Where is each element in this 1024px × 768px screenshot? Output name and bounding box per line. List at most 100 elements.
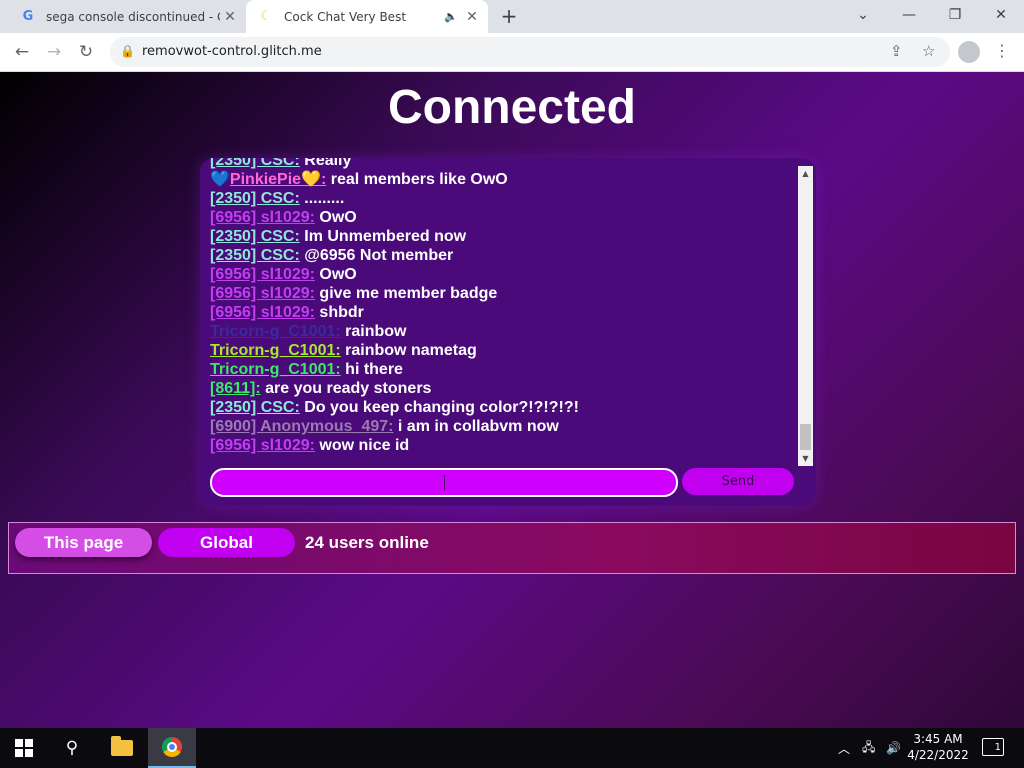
reload-button[interactable]: ↻ — [74, 41, 98, 63]
volume-icon[interactable]: 🔊 — [886, 728, 901, 768]
windows-logo-icon — [15, 739, 33, 757]
chat-username-link[interactable]: [8611]: — [210, 380, 261, 397]
chat-message: [2350] CSC: Do you keep changing color?!… — [210, 398, 790, 417]
chat-message-text: OwO — [314, 209, 357, 226]
chrome-icon — [162, 737, 182, 757]
text-caret — [444, 475, 445, 490]
chat-panel: [2350] CSC: Really 💙PinkiePie💛: real memb… — [200, 158, 816, 506]
minimize-button[interactable]: — — [886, 0, 932, 33]
search-icon: ⚲ — [65, 738, 79, 758]
chat-username-link[interactable]: [2350] CSC: — [210, 228, 300, 245]
chat-message-text: Do you keep changing color?!?!?!?! — [299, 399, 579, 416]
chat-scrollbar[interactable]: ▲ ▼ — [798, 166, 813, 466]
tab-title: Cock Chat Very Best — [284, 9, 407, 24]
chat-message-text: wow nice id — [314, 437, 410, 454]
send-button[interactable]: Send — [682, 468, 794, 495]
chat-username-link[interactable]: [6956] sl1029: — [210, 437, 315, 454]
lock-icon[interactable]: 🔒 — [120, 44, 135, 58]
yellow-heart-icon: 💛: — [301, 171, 327, 188]
tab-search-chevron-icon[interactable]: ⌄ — [840, 0, 886, 33]
close-tab-icon[interactable]: ✕ — [462, 9, 482, 25]
chat-message-text: hi there — [340, 361, 403, 378]
room-bar: This page Global 24 users online — [8, 522, 1016, 574]
clock-time: 3:45 AM — [913, 732, 963, 746]
chat-username-link[interactable]: [6956] sl1029: — [210, 285, 315, 302]
close-tab-icon[interactable]: ✕ — [220, 9, 240, 25]
chat-message: Tricorn-g_C1001: rainbow — [210, 322, 790, 341]
chat-message: 💙PinkiePie💛: real members like OwO — [210, 170, 790, 189]
chat-message: [6956] sl1029: OwO — [210, 265, 790, 284]
message-input[interactable] — [210, 468, 678, 497]
folder-icon — [111, 736, 133, 756]
scroll-down-arrow-icon[interactable]: ▼ — [798, 451, 813, 466]
system-clock[interactable]: 3:45 AM 4/22/2022 — [906, 731, 970, 763]
chat-message-text: Really — [299, 158, 352, 169]
chat-message-text: i am in collabvm now — [393, 418, 559, 435]
clock-date: 4/22/2022 — [907, 748, 969, 762]
chat-message: [6956] sl1029: give me member badge — [210, 284, 790, 303]
chat-message: [6956] sl1029: shbdr — [210, 303, 790, 322]
browser-toolbar: ← → ↻ 🔒 removwot-control.glitch.me ⇪ ☆ — [0, 33, 1024, 72]
page-content: Connected [2350] CSC: Really 💙PinkiePie💛:… — [0, 72, 1024, 728]
notification-center-icon[interactable]: 1 — [982, 738, 1004, 756]
address-bar[interactable]: 🔒 removwot-control.glitch.me ⇪ ☆ — [110, 37, 950, 67]
chat-message: [2350] CSC: Really — [210, 158, 790, 170]
chat-username-link[interactable]: [6956] sl1029: — [210, 304, 315, 321]
chat-username-link[interactable]: [6956] sl1029: — [210, 209, 315, 226]
scrollbar-thumb[interactable] — [800, 424, 811, 450]
chat-username-link[interactable]: [2350] CSC: — [210, 247, 300, 264]
chat-username-link[interactable]: Tricorn-g_C1001: — [210, 361, 341, 378]
chat-message: [6956] sl1029: OwO — [210, 208, 790, 227]
url-text: removwot-control.glitch.me — [142, 44, 322, 59]
menu-kebab-icon[interactable]: ⋮ — [994, 41, 1010, 60]
chat-message-text: rainbow — [340, 323, 407, 340]
network-icon[interactable]: 🖧 — [862, 728, 875, 768]
share-icon[interactable]: ⇪ — [890, 42, 903, 60]
chat-username-link[interactable]: Tricorn-g_C1001: — [210, 323, 341, 340]
global-button[interactable]: Global — [158, 528, 295, 557]
bookmark-star-icon[interactable]: ☆ — [922, 42, 935, 60]
chat-username-link[interactable]: [6956] sl1029: — [210, 266, 315, 283]
start-button[interactable] — [0, 728, 48, 768]
tab-strip: G sega console discontinued - Goo ✕ ☾ Co… — [0, 0, 1024, 33]
chat-message-text: rainbow nametag — [340, 342, 477, 359]
chat-message-text: give me member badge — [314, 285, 498, 302]
new-tab-button[interactable]: + — [498, 5, 520, 27]
blue-heart-icon: 💙 — [210, 171, 230, 188]
tab-cock-chat[interactable]: ☾ Cock Chat Very Best 🔈 ✕ — [246, 0, 488, 33]
chat-message: [6956] sl1029: wow nice id — [210, 436, 790, 455]
chat-message: [6900] Anonymous_497: i am in collabvm n… — [210, 417, 790, 436]
this-page-button[interactable]: This page — [15, 528, 152, 557]
chat-username-link[interactable]: [6900] Anonymous_497: — [210, 418, 393, 435]
chrome-taskbar-button[interactable] — [148, 728, 196, 768]
tab-google-search[interactable]: G sega console discontinued - Goo ✕ — [8, 0, 246, 33]
chat-message-text: @6956 Not member — [299, 247, 454, 264]
chat-message-text: Im Unmembered now — [299, 228, 467, 245]
profile-avatar-icon[interactable] — [958, 41, 980, 63]
chat-username-link[interactable]: Tricorn-g_C1001: — [210, 342, 341, 359]
chat-message: [2350] CSC: Im Unmembered now — [210, 227, 790, 246]
chat-message: Tricorn-g_C1001: hi there — [210, 360, 790, 379]
restore-button[interactable]: ❐ — [932, 0, 978, 33]
scroll-up-arrow-icon[interactable]: ▲ — [798, 166, 813, 181]
page-title: Connected — [387, 81, 636, 134]
chat-username-link[interactable]: PinkiePie — [230, 171, 301, 188]
windows-taskbar: ⚲ ︿ 🖧 🔊 3:45 AM 4/22/2022 1 — [0, 728, 1024, 768]
chat-username-link[interactable]: [2350] CSC: — [210, 190, 300, 207]
chat-message-list[interactable]: [2350] CSC: Really 💙PinkiePie💛: real memb… — [210, 158, 790, 466]
chat-message: Tricorn-g_C1001: rainbow nametag — [210, 341, 790, 360]
chat-message: [2350] CSC: @6956 Not member — [210, 246, 790, 265]
chat-username-link[interactable]: [2350] CSC: — [210, 399, 300, 416]
google-g-icon: G — [22, 9, 34, 24]
search-button[interactable]: ⚲ — [48, 728, 96, 768]
speaker-icon[interactable]: 🔈 — [444, 10, 458, 23]
chat-message-text: are you ready stoners — [260, 380, 432, 397]
close-window-button[interactable]: ✕ — [978, 0, 1024, 33]
tab-title: sega console discontinued - Goo — [46, 9, 220, 24]
chat-username-link[interactable]: [2350] CSC: — [210, 158, 300, 169]
forward-button[interactable]: → — [42, 41, 66, 63]
back-button[interactable]: ← — [10, 41, 34, 63]
file-explorer-button[interactable] — [98, 728, 146, 768]
online-count: 24 users online — [305, 533, 429, 552]
show-hidden-icons-chevron-icon[interactable]: ︿ — [838, 728, 850, 768]
